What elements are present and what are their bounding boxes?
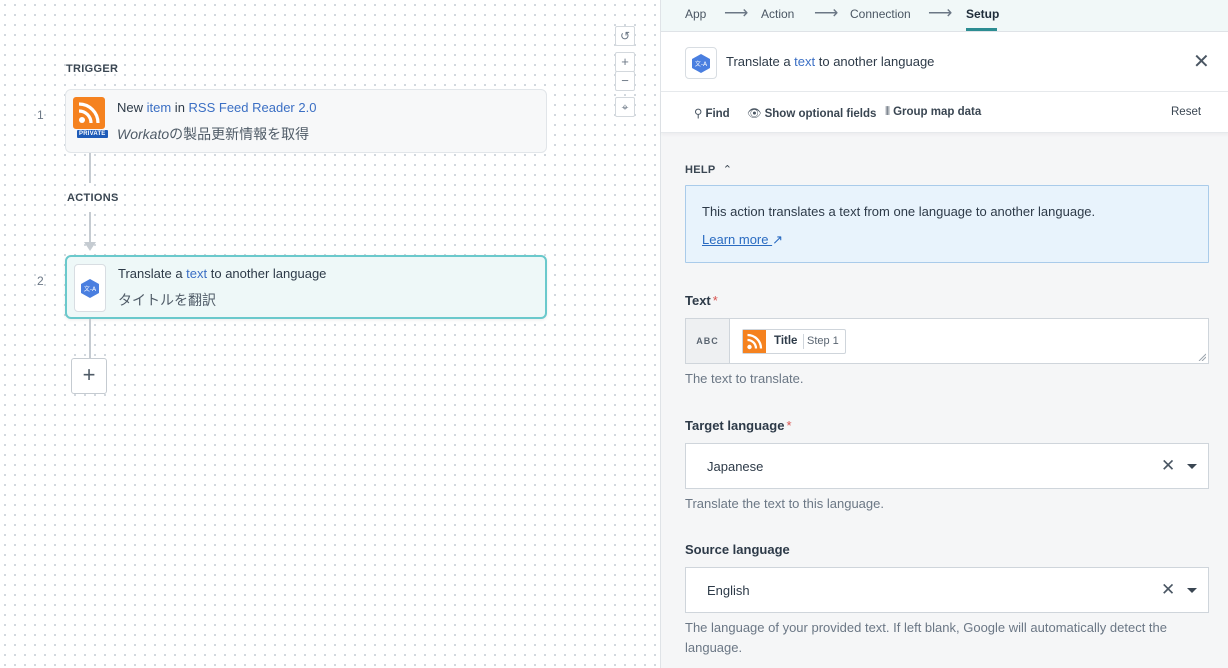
- help-box: This action translates a text from one l…: [685, 185, 1209, 263]
- columns-icon: ⦀: [885, 106, 891, 118]
- connector-line: [89, 319, 91, 358]
- add-step-button[interactable]: +: [71, 358, 107, 394]
- zoom-out-button[interactable]: −: [615, 71, 635, 91]
- google-translate-icon: 文-A: [74, 264, 106, 312]
- svg-text:文-A: 文-A: [695, 60, 708, 68]
- clear-icon[interactable]: ✕: [1161, 580, 1175, 600]
- rss-icon: PRIVATE: [73, 97, 108, 145]
- panel-header: 文-A Translate a text to another language…: [661, 32, 1228, 92]
- arrow-right-icon: ⟶: [814, 3, 839, 22]
- rss-icon: [743, 330, 766, 353]
- actions-section-label: ACTIONS: [67, 192, 119, 204]
- action-step-description: タイトルを翻訳: [118, 292, 216, 308]
- svg-text:文-A: 文-A: [84, 285, 97, 293]
- source-language-hint-continued: language.: [685, 640, 743, 655]
- text-field-label: Text *: [685, 293, 718, 308]
- datapill-link[interactable]: item: [147, 100, 172, 115]
- learn-more-link[interactable]: Learn more ↗: [702, 232, 783, 248]
- reset-view-button[interactable]: ↺: [615, 26, 635, 46]
- step-number: 1: [37, 108, 44, 122]
- arrow-right-icon: ⟶: [928, 3, 953, 22]
- field-type-abc: ABC: [686, 319, 730, 363]
- target-language-select[interactable]: Japanese ✕: [685, 443, 1209, 489]
- help-text: This action translates a text from one l…: [702, 204, 1096, 219]
- show-optional-fields-button[interactable]: 👁 Show optional fields: [747, 106, 876, 120]
- trigger-step-title: New item in RSS Feed Reader 2.0: [117, 100, 317, 115]
- trigger-section-label: TRIGGER: [66, 63, 119, 75]
- trigger-step-description: Workatoの製品更新情報を取得: [117, 126, 310, 142]
- wizard-step-connection[interactable]: Connection: [850, 7, 911, 21]
- recipe-canvas[interactable]: ↺ + − ⌖ TRIGGER 1 PRIVATE New item in RS…: [0, 0, 660, 668]
- external-link-icon: ↗: [772, 232, 784, 247]
- find-button[interactable]: ⚲ Find: [694, 106, 730, 120]
- private-badge: PRIVATE: [77, 130, 108, 138]
- reset-button[interactable]: Reset: [1171, 106, 1201, 118]
- connector-link[interactable]: RSS Feed Reader 2.0: [189, 100, 317, 115]
- trigger-step-card[interactable]: PRIVATE New item in RSS Feed Reader 2.0 …: [65, 89, 547, 153]
- panel-toolbar: ⚲ Find 👁 Show optional fields ⦀ Group map d…: [661, 92, 1228, 133]
- zoom-in-button[interactable]: +: [615, 52, 635, 72]
- search-icon: ⚲: [694, 108, 703, 120]
- datapill-link[interactable]: text: [186, 266, 207, 281]
- setup-wizard-nav: App ⟶ Action ⟶ Connection ⟶ Setup: [661, 0, 1228, 32]
- panel-title: Translate a text to another language: [726, 54, 935, 69]
- action-step-card[interactable]: 文-A Translate a text to another language…: [65, 255, 547, 319]
- wizard-step-setup[interactable]: Setup: [966, 7, 999, 21]
- connector-line: [89, 212, 91, 242]
- arrow-down-icon: [84, 242, 96, 251]
- resize-handle-icon[interactable]: [1198, 353, 1206, 361]
- target-language-label: Target language *: [685, 418, 792, 433]
- wizard-step-action[interactable]: Action: [761, 7, 794, 21]
- connector-line: [89, 153, 91, 183]
- google-translate-icon: 文-A: [685, 47, 717, 79]
- datapill-title[interactable]: Title Step 1: [742, 329, 846, 354]
- chevron-down-icon[interactable]: [1187, 464, 1197, 469]
- select-value: Japanese: [707, 459, 764, 474]
- text-input[interactable]: ABC Title Step 1: [685, 318, 1209, 364]
- chevron-up-icon: ⌃: [722, 164, 733, 176]
- text-field-hint: The text to translate.: [685, 371, 804, 386]
- arrow-right-icon: ⟶: [724, 3, 749, 22]
- fit-view-button[interactable]: ⌖: [615, 97, 635, 117]
- source-language-hint: The language of your provided text. If l…: [685, 620, 1167, 635]
- step-number: 2: [37, 274, 44, 288]
- wizard-step-app[interactable]: App: [685, 7, 706, 21]
- help-toggle[interactable]: HELP ⌃: [685, 163, 732, 176]
- select-value: English: [707, 583, 750, 598]
- group-map-data-button[interactable]: ⦀ Group map data: [885, 106, 981, 119]
- step-config-panel: App ⟶ Action ⟶ Connection ⟶ Setup 文-A Tr…: [660, 0, 1228, 668]
- clear-icon[interactable]: ✕: [1161, 456, 1175, 476]
- source-language-label: Source language: [685, 542, 790, 557]
- chevron-down-icon[interactable]: [1187, 588, 1197, 593]
- eye-icon: 👁: [747, 108, 762, 120]
- active-step-indicator: [966, 28, 997, 31]
- source-language-select[interactable]: English ✕: [685, 567, 1209, 613]
- target-language-hint: Translate the text to this language.: [685, 496, 884, 511]
- close-icon[interactable]: ✕: [1193, 52, 1210, 72]
- action-step-title: Translate a text to another language: [118, 266, 327, 281]
